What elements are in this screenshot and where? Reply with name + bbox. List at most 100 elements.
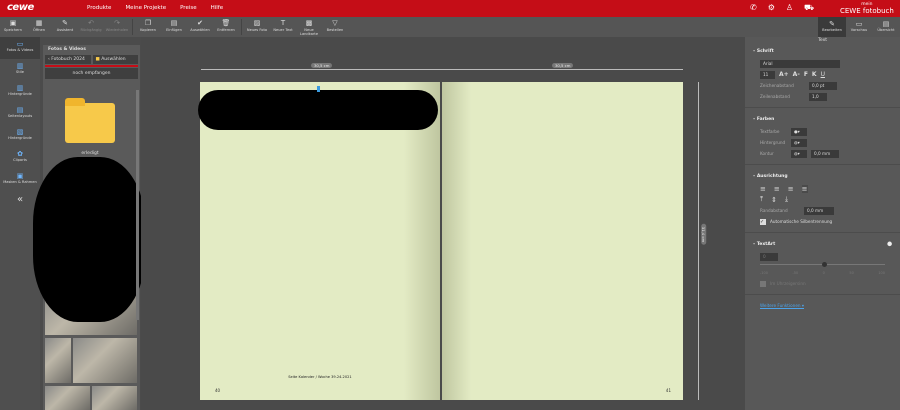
font-family-select[interactable]: Arial bbox=[760, 59, 840, 68]
redaction bbox=[33, 157, 145, 322]
nav-hilfe[interactable]: Hilfe bbox=[211, 5, 224, 11]
toolbar-entfernen-button[interactable]: 🗑 Entfernen bbox=[213, 17, 239, 37]
toolbar-neue-landkarte-button[interactable]: ▩ Neue Landkarte bbox=[296, 17, 322, 37]
outline-color-picker[interactable]: ◍▾ bbox=[791, 149, 807, 158]
letter-spacing-input[interactable]: 0,0 pt bbox=[809, 81, 837, 90]
align-center-icon[interactable]: ≡ bbox=[774, 185, 780, 193]
toolbar-speichern-button[interactable]: ▣ Speichern bbox=[0, 17, 26, 37]
toolbar-icon: ▣ bbox=[9, 19, 17, 27]
ruler-label-left: 30,5 cm bbox=[311, 63, 333, 68]
photo-thumbnail[interactable] bbox=[45, 338, 71, 383]
left-page[interactable]: Seite Kalender / Woche 39.24.2021 40 bbox=[198, 82, 440, 400]
align-right-icon[interactable]: ≡ bbox=[788, 185, 794, 193]
valign-top-icon[interactable]: ⤒ bbox=[760, 195, 763, 204]
sidebar-item-2[interactable]: ▥ Hintergründe bbox=[0, 81, 40, 103]
toolbar-icon: T bbox=[280, 19, 286, 27]
sidebar-item-3[interactable]: ▤ Seitenlayouts bbox=[0, 103, 40, 125]
text-color-label: Textfarbe bbox=[760, 129, 780, 134]
folder-icon[interactable] bbox=[65, 98, 115, 143]
shrink-font-icon[interactable]: A- bbox=[793, 71, 800, 78]
text-cursor-handle[interactable] bbox=[317, 86, 320, 92]
photo-thumbnail[interactable] bbox=[73, 338, 137, 383]
page-number-left: 40 bbox=[215, 388, 221, 393]
view-icon: ✎ bbox=[829, 20, 835, 28]
user-icon[interactable]: ♙ bbox=[786, 3, 793, 13]
nav-meine-projekte[interactable]: Meine Projekte bbox=[125, 5, 166, 11]
sidebar-item-1[interactable]: ▥ Stile bbox=[0, 59, 40, 81]
hyphenation-checkbox[interactable]: ✓ bbox=[760, 218, 766, 225]
align-left-icon[interactable]: ≡ bbox=[760, 185, 766, 193]
phone-icon[interactable]: ✆ bbox=[750, 3, 757, 13]
section-textart[interactable]: – TextArt ⬤ bbox=[745, 238, 900, 251]
view-bearbeiten-tab[interactable]: ✎ Bearbeiten bbox=[818, 17, 846, 37]
toolbar-neuer-text-button[interactable]: T Neuer Text bbox=[270, 17, 296, 37]
toolbar-kopieren-button[interactable]: ❐ Kopieren bbox=[135, 17, 161, 37]
photo-thumbnail[interactable] bbox=[92, 386, 137, 410]
toolbar-auswählen-button[interactable]: ✔ Auswählen bbox=[187, 17, 213, 37]
properties-panel: Text – Schrift Arial 11 A+ A- F K U Zeich… bbox=[745, 37, 900, 410]
more-functions-link[interactable]: Weitere Funktionen ▾ bbox=[745, 300, 900, 311]
toolbar: ▣ Speichern ▦ Öffnen ✎ Assistent ↶ Rückgängig ↷ W… bbox=[0, 17, 900, 37]
sidebar-item-0[interactable]: ▭ Fotos & Videos bbox=[0, 37, 40, 59]
toolbar-icon: ✎ bbox=[62, 19, 68, 27]
clockwise-checkbox[interactable] bbox=[760, 280, 766, 287]
toolbar-assistent-button[interactable]: ✎ Assistent bbox=[52, 17, 78, 37]
cart-icon[interactable]: ⛟ bbox=[804, 3, 814, 13]
section-ausrichtung[interactable]: – Ausrichtung bbox=[745, 170, 900, 183]
font-size-select[interactable]: 11 bbox=[760, 70, 775, 79]
bold-button[interactable]: F bbox=[804, 71, 808, 78]
toolbar-icon: ▽ bbox=[332, 19, 338, 27]
cewe-logo[interactable]: cewe bbox=[7, 2, 34, 13]
line-spacing-label: Zeilenabstand bbox=[760, 94, 790, 99]
toolbar-icon: ↷ bbox=[114, 19, 120, 27]
brand-logo: mein CEWE fotobuch bbox=[840, 2, 894, 15]
ruler-label-vertical: 31,4 cm bbox=[701, 223, 707, 246]
toolbar-bestellen-button[interactable]: ▽ Bestellen bbox=[322, 17, 348, 37]
italic-button[interactable]: K bbox=[812, 71, 817, 78]
bg-color-picker[interactable]: ◍▾ bbox=[791, 138, 807, 147]
sidebar-icon: ▭ bbox=[16, 40, 24, 48]
grow-font-icon[interactable]: A+ bbox=[779, 71, 789, 78]
panel-title: Fotos & Videos bbox=[48, 47, 86, 52]
bg-color-label: Hintergrund bbox=[760, 140, 786, 145]
photos-panel: Fotos & Videos ‹ Fotobuch 2024 ■ Auswähl… bbox=[33, 45, 145, 410]
page-footer-text[interactable]: Seite Kalender / Woche 39.24.2021 bbox=[200, 375, 440, 379]
gear-icon[interactable]: ⚙ bbox=[768, 3, 775, 13]
view-vorschau-tab[interactable]: ▭ Vorschau bbox=[845, 17, 873, 37]
redaction bbox=[198, 90, 438, 130]
margin-input[interactable]: 0,0 mm bbox=[804, 206, 834, 215]
sidebar-icon: ▣ bbox=[16, 172, 24, 180]
valign-bottom-icon[interactable]: ⤓ bbox=[785, 195, 788, 204]
right-page[interactable]: 41 bbox=[442, 82, 683, 400]
line-spacing-input[interactable]: 1,0 bbox=[809, 92, 827, 101]
nav-produkte[interactable]: Produkte bbox=[87, 5, 111, 11]
toolbar-neues-foto-button[interactable]: ▨ Neues Foto bbox=[244, 17, 270, 37]
sidebar-icon: ▥ bbox=[16, 84, 24, 92]
textart-slider[interactable] bbox=[760, 262, 885, 267]
valign-middle-icon[interactable]: ⇕ bbox=[771, 196, 777, 204]
outline-width-input[interactable]: 0,0 mm bbox=[811, 149, 839, 158]
align-justify-icon[interactable]: ≡ bbox=[801, 184, 808, 193]
sidebar-item-6[interactable]: ▣ Masken & Rahmen bbox=[0, 169, 40, 191]
sidebar-item-5[interactable]: ✿ Cliparts bbox=[0, 147, 40, 169]
toolbar-öffnen-button[interactable]: ▦ Öffnen bbox=[26, 17, 52, 37]
textart-toggle[interactable]: ⬤ bbox=[887, 242, 892, 247]
toolbar-icon: ▤ bbox=[170, 19, 178, 27]
toolbar-rückgängig-button: ↶ Rückgängig bbox=[78, 17, 104, 37]
underline-button[interactable]: U bbox=[821, 71, 825, 78]
view-icon: ▤ bbox=[882, 20, 890, 28]
back-button[interactable]: ‹ Fotobuch 2024 bbox=[45, 55, 91, 64]
sidebar-icon: ▧ bbox=[16, 128, 24, 136]
photo-thumbnail[interactable] bbox=[45, 386, 90, 410]
select-button[interactable]: ■ Auswählen bbox=[92, 55, 138, 64]
margin-label: Randabstand bbox=[760, 208, 788, 213]
section-farben[interactable]: – Farben bbox=[745, 113, 900, 126]
view-übersicht-tab[interactable]: ▤ Übersicht bbox=[872, 17, 900, 37]
textart-value-input[interactable]: 0 bbox=[760, 252, 778, 261]
sidebar-item-4[interactable]: ▧ Hintergründe bbox=[0, 125, 40, 147]
toolbar-einfügen-button[interactable]: ▤ Einfügen bbox=[161, 17, 187, 37]
text-color-picker[interactable]: ●▾ bbox=[791, 127, 807, 136]
panel-scrollbar[interactable] bbox=[136, 90, 139, 320]
nav-preise[interactable]: Preise bbox=[180, 5, 197, 11]
section-schrift[interactable]: – Schrift bbox=[745, 45, 900, 58]
